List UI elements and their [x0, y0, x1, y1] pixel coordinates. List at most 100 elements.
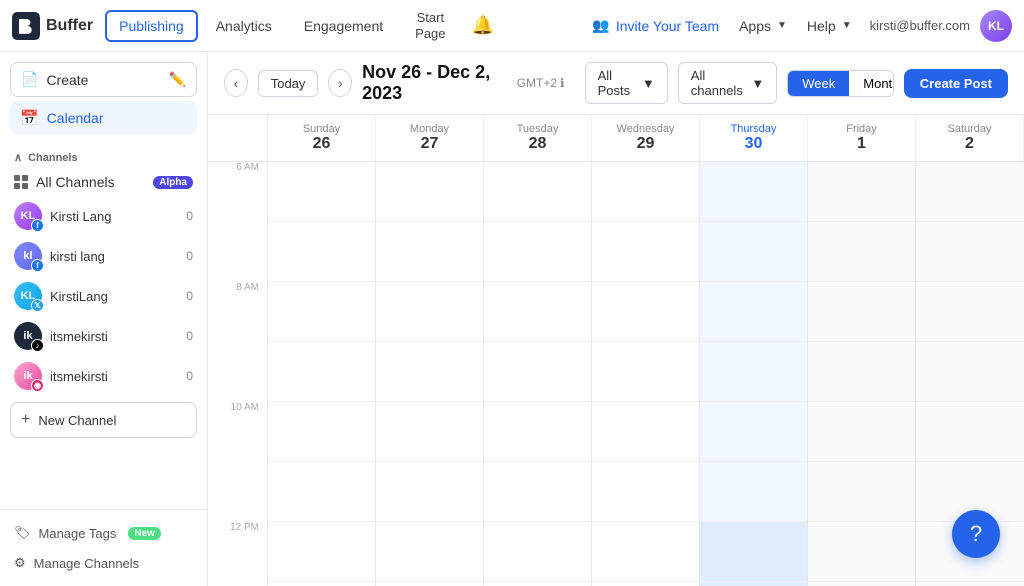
help-menu[interactable]: Help ▼ [799, 18, 860, 34]
channel-name-4: itsmekirsti [50, 369, 108, 384]
channel-badge-4: ◉ [31, 379, 44, 392]
channel-name-2: KirstiLang [50, 289, 108, 304]
avatar[interactable]: KL [980, 10, 1012, 42]
help-fab-button[interactable]: ? [952, 510, 1000, 558]
create-button[interactable]: 📄 Create ✏️ [10, 62, 197, 97]
time-7am [208, 222, 268, 282]
channel-badge-1: f [31, 259, 44, 272]
day-header-3: Wednesday 29 [592, 115, 700, 161]
logo[interactable]: Buffer [12, 12, 93, 40]
channel-item-3[interactable]: ik ♪ itsmekirsti 0 [0, 316, 207, 356]
time-10am: 10 AM [208, 402, 268, 462]
info-icon[interactable]: ℹ [560, 76, 565, 90]
day-col-5[interactable] [808, 162, 916, 586]
week-view-button[interactable]: Week [788, 71, 849, 96]
brand-name: Buffer [46, 17, 93, 35]
calendar-area: ‹ Today › Nov 26 - Dec 2, 2023 GMT+2 ℹ A… [208, 52, 1024, 586]
all-channels-filter[interactable]: All channels ▼ [678, 62, 777, 104]
day-col-1[interactable] [376, 162, 484, 586]
calendar-label: Calendar [47, 110, 104, 126]
notifications-icon[interactable]: 🔔 [464, 15, 502, 36]
nav-start-page[interactable]: StartPage [401, 2, 459, 49]
day-header-5: Friday 1 [808, 115, 916, 161]
new-channel-label: New Channel [38, 413, 116, 428]
nav-analytics[interactable]: Analytics [202, 10, 286, 42]
calendar-toolbar: ‹ Today › Nov 26 - Dec 2, 2023 GMT+2 ℹ A… [208, 52, 1024, 115]
calendar-nav-item[interactable]: 📅 Calendar [10, 101, 197, 135]
day-header-1: Monday 27 [376, 115, 484, 161]
channel-badge-2: 𝕏 [31, 299, 44, 312]
channel-avatar-4: ik ◉ [14, 362, 42, 390]
month-view-button[interactable]: Month [849, 71, 894, 96]
channel-item-0[interactable]: KL f Kirsti Lang 0 [0, 196, 207, 236]
channel-badge-3: ♪ [31, 339, 44, 352]
grid-icon [14, 175, 28, 189]
invite-icon: 👥 [592, 17, 609, 34]
channel-avatar-1: kl f [14, 242, 42, 270]
prev-button[interactable]: ‹ [224, 69, 248, 97]
nav-publishing[interactable]: Publishing [105, 10, 198, 42]
invite-team-button[interactable]: 👥 Invite Your Team [584, 17, 727, 34]
create-icon: 📄 [21, 71, 38, 88]
new-channel-button[interactable]: + New Channel [10, 402, 197, 438]
channel-item-2[interactable]: KL 𝕏 KirstiLang 0 [0, 276, 207, 316]
channels-chevron-icon: ▼ [751, 76, 764, 91]
plus-icon: + [21, 411, 30, 429]
day-header-0: Sunday 26 [268, 115, 376, 161]
settings-icon: ⚙ [14, 555, 26, 571]
all-channels-item[interactable]: All Channels Alpha [0, 168, 207, 196]
channel-count-0: 0 [186, 209, 193, 223]
day-header-4: Thursday 30 [700, 115, 808, 161]
time-12pm: 12 PM [208, 522, 268, 582]
manage-channels-label: Manage Channels [34, 556, 140, 571]
channel-avatar-3: ik ♪ [14, 322, 42, 350]
apps-label: Apps [739, 18, 771, 34]
time-1pm [208, 582, 268, 586]
today-button[interactable]: Today [258, 70, 319, 97]
apps-menu[interactable]: Apps ▼ [731, 18, 795, 34]
edit-icon: ✏️ [169, 71, 186, 88]
day-col-3[interactable] [592, 162, 700, 586]
day-col-2[interactable] [484, 162, 592, 586]
time-11am [208, 462, 268, 522]
all-posts-filter[interactable]: All Posts ▼ [585, 62, 668, 104]
help-label: Help [807, 18, 836, 34]
channel-name-3: itsmekirsti [50, 329, 108, 344]
channel-item-4[interactable]: ik ◉ itsmekirsti 0 [0, 356, 207, 396]
main-content: 📄 Create ✏️ 📅 Calendar ∧ Channels All Ch… [0, 52, 1024, 586]
sidebar-bottom: 🏷 Manage Tags New ⚙ Manage Channels [0, 509, 207, 586]
channel-name-1: kirsti lang [50, 249, 105, 264]
day-col-4-today[interactable] [700, 162, 808, 586]
channel-item-1[interactable]: kl f kirsti lang 0 [0, 236, 207, 276]
channel-avatar-0: KL f [14, 202, 42, 230]
day-header-2: Tuesday 28 [484, 115, 592, 161]
help-chevron-icon: ▼ [842, 20, 852, 31]
nav-engagement[interactable]: Engagement [290, 10, 397, 42]
sidebar: 📄 Create ✏️ 📅 Calendar ∧ Channels All Ch… [0, 52, 208, 586]
create-label: Create [46, 72, 88, 88]
top-nav: Buffer Publishing Analytics Engagement S… [0, 0, 1024, 52]
channel-badge-0: f [31, 219, 44, 232]
view-toggle: Week Month [787, 70, 894, 97]
create-post-button[interactable]: Create Post [904, 69, 1008, 98]
calendar-header: Sunday 26 Monday 27 Tuesday 28 Wednesday… [208, 115, 1024, 162]
time-8am: 8 AM [208, 282, 268, 342]
manage-channels-item[interactable]: ⚙ Manage Channels [0, 548, 207, 578]
calendar-body: 6 AM 8 AM 10 AM 12 PM [208, 162, 1024, 586]
new-badge: New [128, 527, 161, 540]
manage-tags-label: Manage Tags [39, 526, 117, 541]
next-button[interactable]: › [328, 69, 352, 97]
time-6am: 6 AM [208, 162, 268, 222]
calendar-grid: Sunday 26 Monday 27 Tuesday 28 Wednesday… [208, 115, 1024, 586]
day-col-0[interactable] [268, 162, 376, 586]
time-9am [208, 342, 268, 402]
tag-icon: 🏷 [14, 525, 31, 541]
channel-name-0: Kirsti Lang [50, 209, 111, 224]
manage-tags-item[interactable]: 🏷 Manage Tags New [0, 518, 207, 548]
date-range: Nov 26 - Dec 2, 2023 [362, 62, 507, 104]
posts-chevron-icon: ▼ [642, 76, 655, 91]
all-posts-label: All Posts [598, 68, 637, 98]
collapse-icon[interactable]: ∧ [14, 151, 22, 164]
channel-count-3: 0 [186, 329, 193, 343]
channel-avatar-2: KL 𝕏 [14, 282, 42, 310]
